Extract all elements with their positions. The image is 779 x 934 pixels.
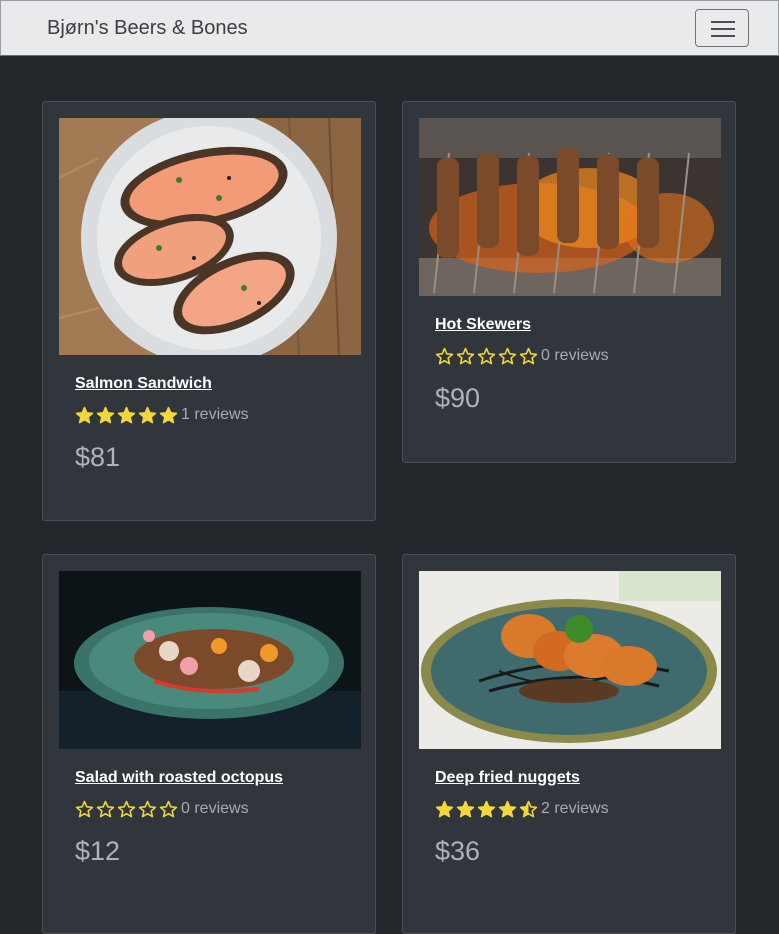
stars-group <box>75 406 180 425</box>
reviews-count: 0 reviews <box>541 347 609 364</box>
star-outline-icon <box>96 800 115 817</box>
star-filled-icon <box>456 800 475 817</box>
reviews-count: 2 reviews <box>541 800 609 817</box>
star-outline-icon <box>75 800 94 817</box>
product-price: $81 <box>75 442 121 472</box>
product-image[interactable] <box>419 118 721 296</box>
stars-group <box>435 347 540 366</box>
product-card: Hot Skewers 0 reviews $90 <box>402 101 736 463</box>
product-price: $36 <box>435 836 481 866</box>
star-outline-icon <box>117 800 136 817</box>
star-outline-icon <box>519 347 538 364</box>
star-filled-icon <box>138 406 157 423</box>
star-filled-icon <box>75 406 94 423</box>
star-outline-icon <box>498 347 517 364</box>
product-title-link[interactable]: Salmon Sandwich <box>75 375 212 393</box>
star-filled-icon <box>117 406 136 423</box>
reviews-count: 1 reviews <box>181 406 249 423</box>
star-filled-icon <box>498 800 517 817</box>
stars-group <box>435 800 540 819</box>
star-outline-icon <box>477 347 496 364</box>
star-filled-icon <box>159 406 178 423</box>
navbar: Bjørn's Beers & Bones <box>0 0 779 56</box>
navbar-toggle-button[interactable] <box>695 9 749 47</box>
star-outline-icon <box>159 800 178 817</box>
star-half-icon <box>519 800 538 817</box>
product-card: Salad with roasted octopus 0 reviews $12 <box>42 554 376 934</box>
product-title-link[interactable]: Salad with roasted octopus <box>75 769 283 787</box>
star-filled-icon <box>477 800 496 817</box>
star-rating: 1 reviews <box>75 404 249 426</box>
star-filled-icon <box>96 406 115 423</box>
star-rating: 2 reviews <box>435 798 609 820</box>
star-rating: 0 reviews <box>75 798 249 820</box>
product-card: Salmon Sandwich 1 reviews $81 <box>42 101 376 521</box>
stars-group <box>75 800 180 819</box>
star-outline-icon <box>138 800 157 817</box>
star-filled-icon <box>435 800 454 817</box>
product-image[interactable] <box>59 571 361 749</box>
product-price: $12 <box>75 836 121 866</box>
product-title-link[interactable]: Hot Skewers <box>435 316 531 334</box>
star-outline-icon <box>456 347 475 364</box>
reviews-count: 0 reviews <box>181 800 249 817</box>
star-outline-icon <box>435 347 454 364</box>
product-image[interactable] <box>59 118 361 355</box>
product-price: $90 <box>435 383 481 413</box>
product-title-link[interactable]: Deep fried nuggets <box>435 769 580 787</box>
product-card: Deep fried nuggets 2 reviews $36 <box>402 554 736 934</box>
star-rating: 0 reviews <box>435 345 609 367</box>
brand-link[interactable]: Bjørn's Beers & Bones <box>47 17 248 40</box>
product-image[interactable] <box>419 571 721 749</box>
